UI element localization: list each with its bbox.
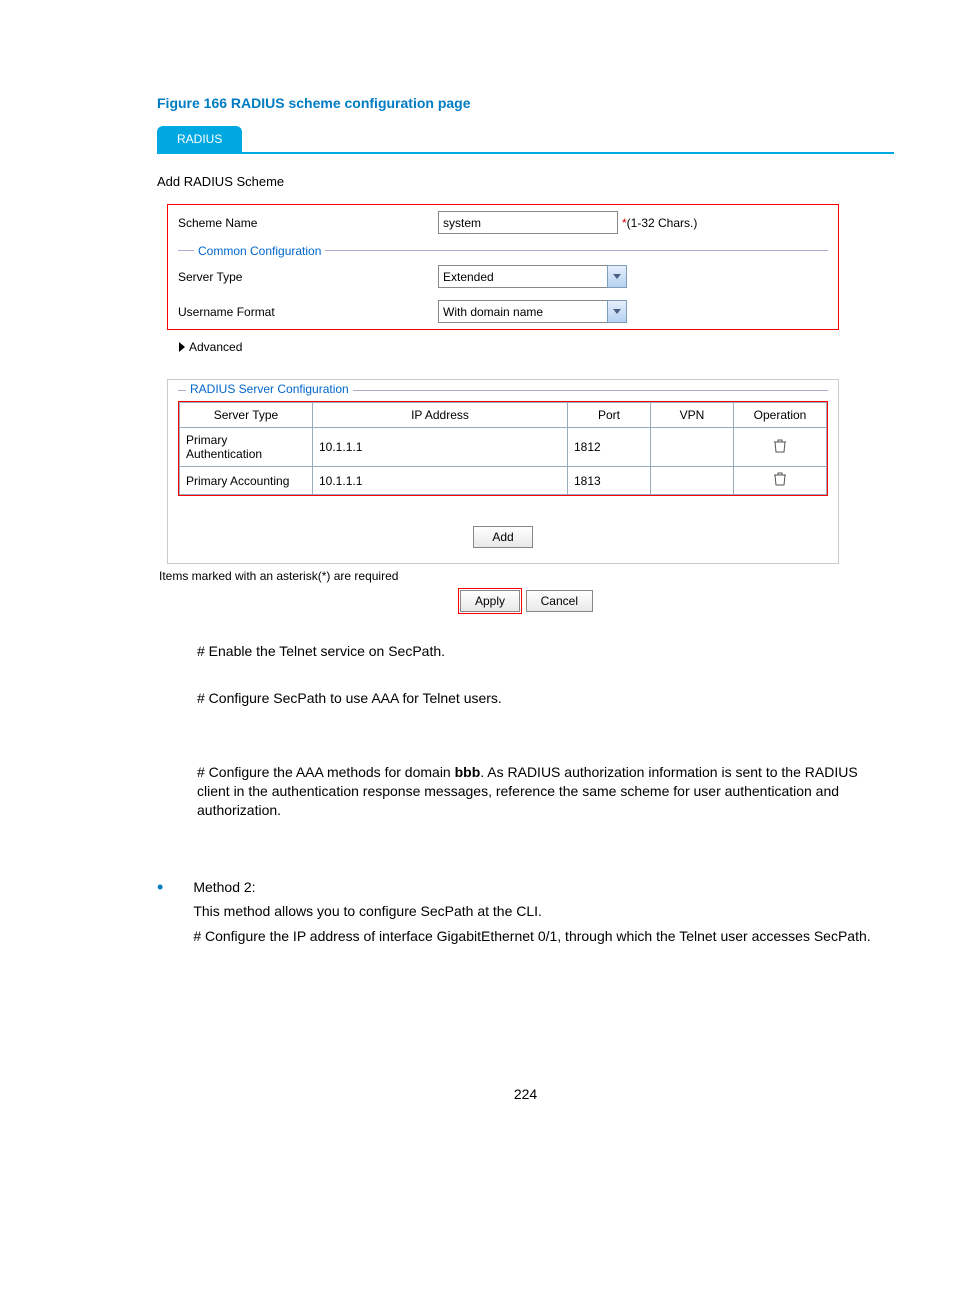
- scheme-name-input[interactable]: [438, 211, 618, 234]
- method2-step: # Configure the IP address of interface …: [193, 927, 894, 946]
- common-config-legend: Common Configuration: [194, 242, 325, 260]
- col-port: Port: [568, 403, 651, 428]
- col-server-type: Server Type: [180, 403, 313, 428]
- chevron-down-icon[interactable]: [607, 300, 627, 323]
- scheme-name-hint: (1-32 Chars.): [627, 216, 698, 230]
- trash-icon[interactable]: [774, 472, 786, 486]
- username-format-label: Username Format: [178, 305, 438, 319]
- scheme-name-box: Scheme Name *(1-32 Chars.) Common Config…: [167, 204, 839, 330]
- figure-title: Figure 166 RADIUS scheme configuration p…: [157, 95, 894, 111]
- add-button[interactable]: Add: [473, 526, 532, 548]
- body-paragraph: # Configure SecPath to use AAA for Telne…: [197, 689, 867, 708]
- method2-desc: This method allows you to configure SecP…: [193, 903, 894, 919]
- section-heading: Add RADIUS Scheme: [157, 174, 894, 189]
- cell-type: Primary Authentication: [180, 428, 313, 467]
- cell-ip: 10.1.1.1: [313, 467, 568, 495]
- bullet-icon: •: [157, 879, 163, 895]
- cell-vpn: [651, 467, 734, 495]
- body-paragraph: # Enable the Telnet service on SecPath.: [197, 642, 867, 661]
- chevron-down-icon[interactable]: [607, 265, 627, 288]
- cancel-button[interactable]: Cancel: [526, 590, 593, 612]
- cell-vpn: [651, 428, 734, 467]
- cell-type: Primary Accounting: [180, 467, 313, 495]
- page-number: 224: [157, 1086, 894, 1102]
- body-paragraph: # Configure the AAA methods for domain b…: [197, 763, 867, 820]
- table-row: Primary Authentication 10.1.1.1 1812: [180, 428, 827, 467]
- username-format-select[interactable]: [438, 300, 607, 323]
- tab-bar: RADIUS: [157, 126, 894, 154]
- cell-ip: 10.1.1.1: [313, 428, 568, 467]
- server-table: Server Type IP Address Port VPN Operatio…: [179, 402, 827, 495]
- col-ip: IP Address: [313, 403, 568, 428]
- method2-label: Method 2:: [193, 879, 894, 895]
- advanced-toggle[interactable]: Advanced: [189, 340, 242, 354]
- radius-server-legend: RADIUS Server Configuration: [186, 382, 353, 396]
- tab-radius[interactable]: RADIUS: [157, 126, 242, 152]
- server-type-label: Server Type: [178, 270, 438, 284]
- col-operation: Operation: [734, 403, 827, 428]
- scheme-name-label: Scheme Name: [178, 216, 438, 230]
- apply-button[interactable]: Apply: [460, 590, 520, 612]
- cell-port: 1813: [568, 467, 651, 495]
- table-row: Primary Accounting 10.1.1.1 1813: [180, 467, 827, 495]
- col-vpn: VPN: [651, 403, 734, 428]
- trash-icon[interactable]: [774, 439, 786, 453]
- server-type-select[interactable]: [438, 265, 607, 288]
- required-note: Items marked with an asterisk(*) are req…: [159, 569, 894, 583]
- cell-port: 1812: [568, 428, 651, 467]
- radius-server-panel: RADIUS Server Configuration Server Type …: [167, 379, 839, 564]
- expand-arrow-icon[interactable]: [179, 342, 185, 352]
